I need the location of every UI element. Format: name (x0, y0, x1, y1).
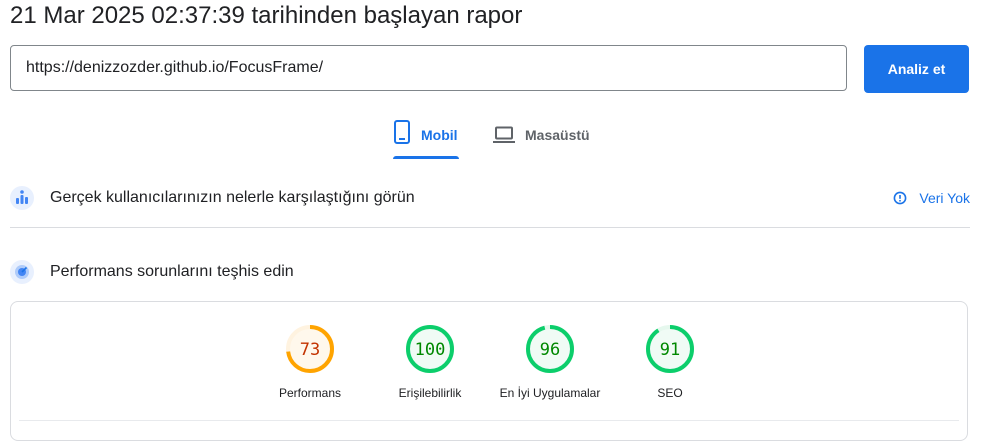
lab-data-header: Performans sorunlarını teşhis edin (10, 257, 970, 287)
diagnose-icon (10, 260, 34, 284)
no-data-label: Veri Yok (919, 190, 970, 206)
score-value: 73 (300, 340, 320, 360)
tab-mobile[interactable]: Mobil (393, 120, 459, 160)
score-gauge[interactable]: 73 Performans (250, 324, 370, 400)
field-data-title: Gerçek kullanıcılarınızın nelerle karşıl… (50, 189, 415, 206)
score-label: Performans (278, 386, 342, 400)
score-gauge[interactable]: 96 En İyi Uygulamalar (490, 324, 610, 400)
score-label: En İyi Uygulamalar (499, 386, 601, 400)
score-gauge-ring: 96 (526, 325, 574, 373)
lab-data-title: Performans sorunlarını teşhis edin (50, 263, 294, 280)
section-divider (10, 227, 970, 228)
card-divider (19, 420, 959, 421)
desktop-icon (493, 120, 515, 144)
url-input[interactable] (10, 45, 847, 91)
tab-desktop-label: Masaüstü (525, 127, 590, 143)
field-data-header: Gerçek kullanıcılarınızın nelerle karşıl… (10, 183, 970, 213)
score-label: SEO (657, 386, 683, 400)
score-label: Erişilebilirlik (398, 386, 462, 400)
page-title: 21 Mar 2025 02:37:39 tarihinden başlayan… (10, 2, 523, 29)
score-value: 96 (540, 340, 560, 360)
score-gauge-ring: 100 (406, 325, 454, 373)
score-value: 91 (660, 340, 680, 360)
users-chart-icon (10, 186, 34, 210)
score-gauge[interactable]: 91 SEO (610, 324, 730, 400)
smartphone-icon (393, 120, 411, 144)
score-gauge[interactable]: 100 Erişilebilirlik (370, 324, 490, 400)
active-tab-indicator (393, 156, 459, 159)
tab-desktop[interactable]: Masaüstü (493, 120, 590, 160)
no-data-link[interactable]: Veri Yok (893, 183, 970, 213)
analyze-button[interactable]: Analiz et (864, 45, 969, 93)
score-gauge-ring: 91 (646, 325, 694, 373)
tab-mobile-label: Mobil (421, 127, 458, 143)
score-gauge-ring: 73 (286, 325, 334, 373)
info-icon (893, 191, 907, 205)
score-card: 73 Performans 100 Erişilebilirlik 96 En İyi U… (10, 301, 968, 441)
score-value: 100 (415, 340, 446, 360)
